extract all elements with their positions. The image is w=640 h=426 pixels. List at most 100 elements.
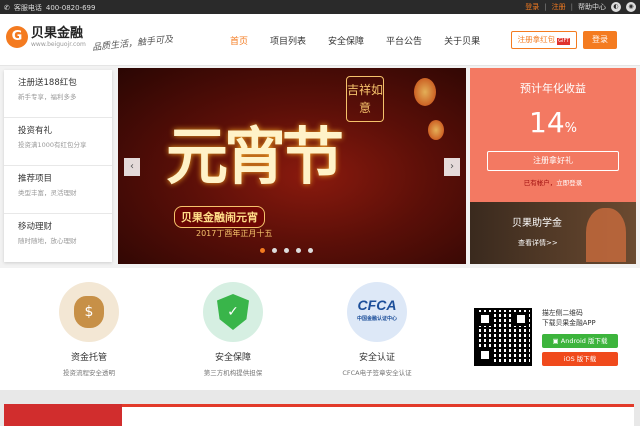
sidebar-item-title: 移动理财 — [18, 222, 53, 232]
view-details-link[interactable]: 查看详情>> — [518, 238, 558, 248]
nav-home[interactable]: 首页 — [230, 34, 248, 47]
nav-about[interactable]: 关于贝果 — [444, 34, 480, 47]
carousel-dot[interactable] — [284, 248, 289, 253]
phone-number: 400-0820-699 — [45, 4, 96, 12]
logo-mark-icon: G — [6, 26, 28, 48]
money-bag-icon: $ — [74, 296, 104, 328]
top-login-link[interactable]: 登录 — [525, 2, 539, 12]
shield-check-icon: ✓ — [217, 294, 249, 330]
help-center-link[interactable]: 帮助中心 — [578, 2, 606, 12]
section-tab — [4, 404, 122, 426]
carousel-dot[interactable] — [308, 248, 313, 253]
app-download-text: 描左侧二维码 下载贝果金融APP — [542, 308, 596, 328]
main-nav: 首页 项目列表 安全保障 平台公告 关于贝果 — [230, 34, 480, 47]
login-now-link[interactable]: 立即登录 — [556, 179, 582, 187]
scholarship-card[interactable]: 贝果助学金 查看详情>> — [470, 202, 636, 264]
account-text: 已有帐户， — [523, 179, 557, 187]
sidebar-item-desc: 新手专享，福利多多 — [18, 93, 77, 101]
feature-icon-wrap: ✓ — [203, 282, 263, 342]
divider: | — [570, 3, 573, 11]
weibo-icon[interactable]: ◉ — [626, 2, 636, 12]
account-prompt: 已有帐户，立即登录 — [470, 177, 636, 187]
yield-unit: % — [564, 121, 577, 136]
gift-icon: GIFT — [557, 38, 571, 45]
register-bonus-label: 注册拿红包 — [517, 35, 556, 44]
nav-announcements[interactable]: 平台公告 — [386, 34, 422, 47]
logo-url: www.beiguojr.com — [31, 40, 86, 48]
carousel-dot[interactable] — [260, 248, 265, 253]
feature-icon-wrap: $ — [59, 282, 119, 342]
nav-projects[interactable]: 项目列表 — [270, 34, 306, 47]
site-logo[interactable]: G 贝果金融 www.beiguojr.com — [6, 26, 86, 48]
feature-certification: CFCA 中国金融认证中心 安全认证 CFCA电子签章安全认证 — [322, 282, 432, 377]
sidebar-item-title: 注册送188红包 — [18, 78, 77, 88]
feature-desc: CFCA电子签章安全认证 — [342, 369, 412, 377]
ios-download-button[interactable]: iOS 版下载 — [542, 352, 618, 366]
nav-security[interactable]: 安全保障 — [328, 34, 364, 47]
sidebar-item-title: 推荐项目 — [18, 174, 53, 184]
carousel-prev-button[interactable]: ‹ — [124, 158, 140, 176]
sidebar-item-mobile[interactable]: 移动理财 随时随地，放心理财 — [4, 214, 112, 262]
next-section-preview — [0, 390, 640, 426]
feature-security: ✓ 安全保障 第三方机构提供担保 — [178, 282, 288, 377]
app-line-1: 描左侧二维码 — [542, 309, 583, 317]
yield-value: 14% — [470, 106, 636, 139]
carousel-dot[interactable] — [272, 248, 277, 253]
lantern-icon — [414, 78, 436, 106]
banner-subtitle: 贝果金融闹元宵 — [174, 206, 265, 228]
phone-label: 客服电话 — [13, 4, 42, 12]
scholarship-title: 贝果助学金 — [512, 218, 562, 229]
yield-number: 14 — [529, 106, 565, 139]
feature-custody: $ 资金托管 投资流程安全透明 — [34, 282, 144, 377]
banner-date: 2017丁酉年正月十五 — [196, 229, 273, 238]
sidebar-item-desc: 投资满1000有红包分享 — [18, 141, 87, 149]
feature-desc: 投资流程安全透明 — [63, 369, 115, 377]
login-button[interactable]: 登录 — [583, 31, 617, 49]
android-label: Android 版下载 — [560, 337, 608, 345]
feature-desc: 第三方机构提供担保 — [203, 369, 263, 377]
sidebar-item-desc: 随时随地，放心理财 — [18, 237, 77, 245]
feature-title: 安全认证 — [358, 353, 395, 363]
android-icon: ▣ — [552, 337, 559, 345]
wechat-icon[interactable]: ◐ — [611, 2, 621, 12]
sidebar-item-invest-gift[interactable]: 投资有礼 投资满1000有红包分享 — [4, 118, 112, 166]
hero-carousel[interactable]: 元宵节 吉祥如意 贝果金融闹元宵 2017丁酉年正月十五 ‹ › — [118, 68, 466, 264]
sidebar-item-title: 投资有礼 — [18, 126, 53, 136]
qr-corner — [478, 312, 492, 326]
cfca-sub: 中国金融认证中心 — [356, 316, 397, 322]
main-header: G 贝果金融 www.beiguojr.com 品质生活，触手可及 首页 项目列… — [0, 14, 640, 66]
register-gift-button[interactable]: 注册拿好礼 — [487, 151, 619, 171]
lantern-icon — [428, 120, 444, 140]
yield-label: 预计年化收益 — [520, 82, 586, 95]
carousel-dot[interactable] — [296, 248, 301, 253]
sidebar-item-recommended[interactable]: 推荐项目 类型丰富，灵活理财 — [4, 166, 112, 214]
promo-sidebar: 注册送188红包 新手专享，福利多多 投资有礼 投资满1000有红包分享 推荐项… — [4, 70, 112, 262]
carousel-next-button[interactable]: › — [444, 158, 460, 176]
carousel-dots — [260, 248, 313, 253]
ios-label: iOS 版下载 — [563, 355, 597, 363]
app-qr-code — [474, 308, 532, 366]
child-photo — [586, 208, 626, 262]
cfca-text: CFCA — [357, 297, 397, 313]
top-register-link[interactable]: 注册 — [552, 2, 566, 12]
divider: | — [544, 3, 547, 11]
app-line-2: 下载贝果金融APP — [542, 319, 596, 327]
top-bar: ✆ 客服电话 400-0820-699 登录 | 注册 | 帮助中心 ◐ ◉ — [0, 0, 640, 14]
yield-panel: 预计年化收益 14% 注册拿好礼 已有帐户，立即登录 — [470, 68, 636, 202]
qr-corner — [514, 312, 528, 326]
logo-name: 贝果金融 — [31, 25, 84, 41]
feature-title: 安全保障 — [214, 353, 251, 363]
sidebar-item-signup-bonus[interactable]: 注册送188红包 新手专享，福利多多 — [4, 70, 112, 118]
feature-title: 资金托管 — [70, 353, 107, 363]
register-bonus-button[interactable]: 注册拿红包 GIFT — [511, 31, 577, 49]
banner-seal: 吉祥如意 — [346, 76, 384, 122]
phone-icon: ✆ — [4, 4, 10, 12]
qr-corner — [478, 348, 492, 362]
hotline: ✆ 客服电话 400-0820-699 — [4, 3, 95, 13]
cfca-logo-icon: CFCA 中国金融认证中心 — [357, 298, 397, 326]
features-section: $ 资金托管 投资流程安全透明 ✓ 安全保障 第三方机构提供担保 CFCA 中国金… — [0, 268, 640, 390]
slogan: 品质生活，触手可及 — [91, 34, 174, 54]
android-download-button[interactable]: ▣ Android 版下载 — [542, 334, 618, 348]
banner-headline: 元宵节 — [166, 120, 344, 193]
sidebar-item-desc: 类型丰富，灵活理财 — [18, 189, 77, 197]
